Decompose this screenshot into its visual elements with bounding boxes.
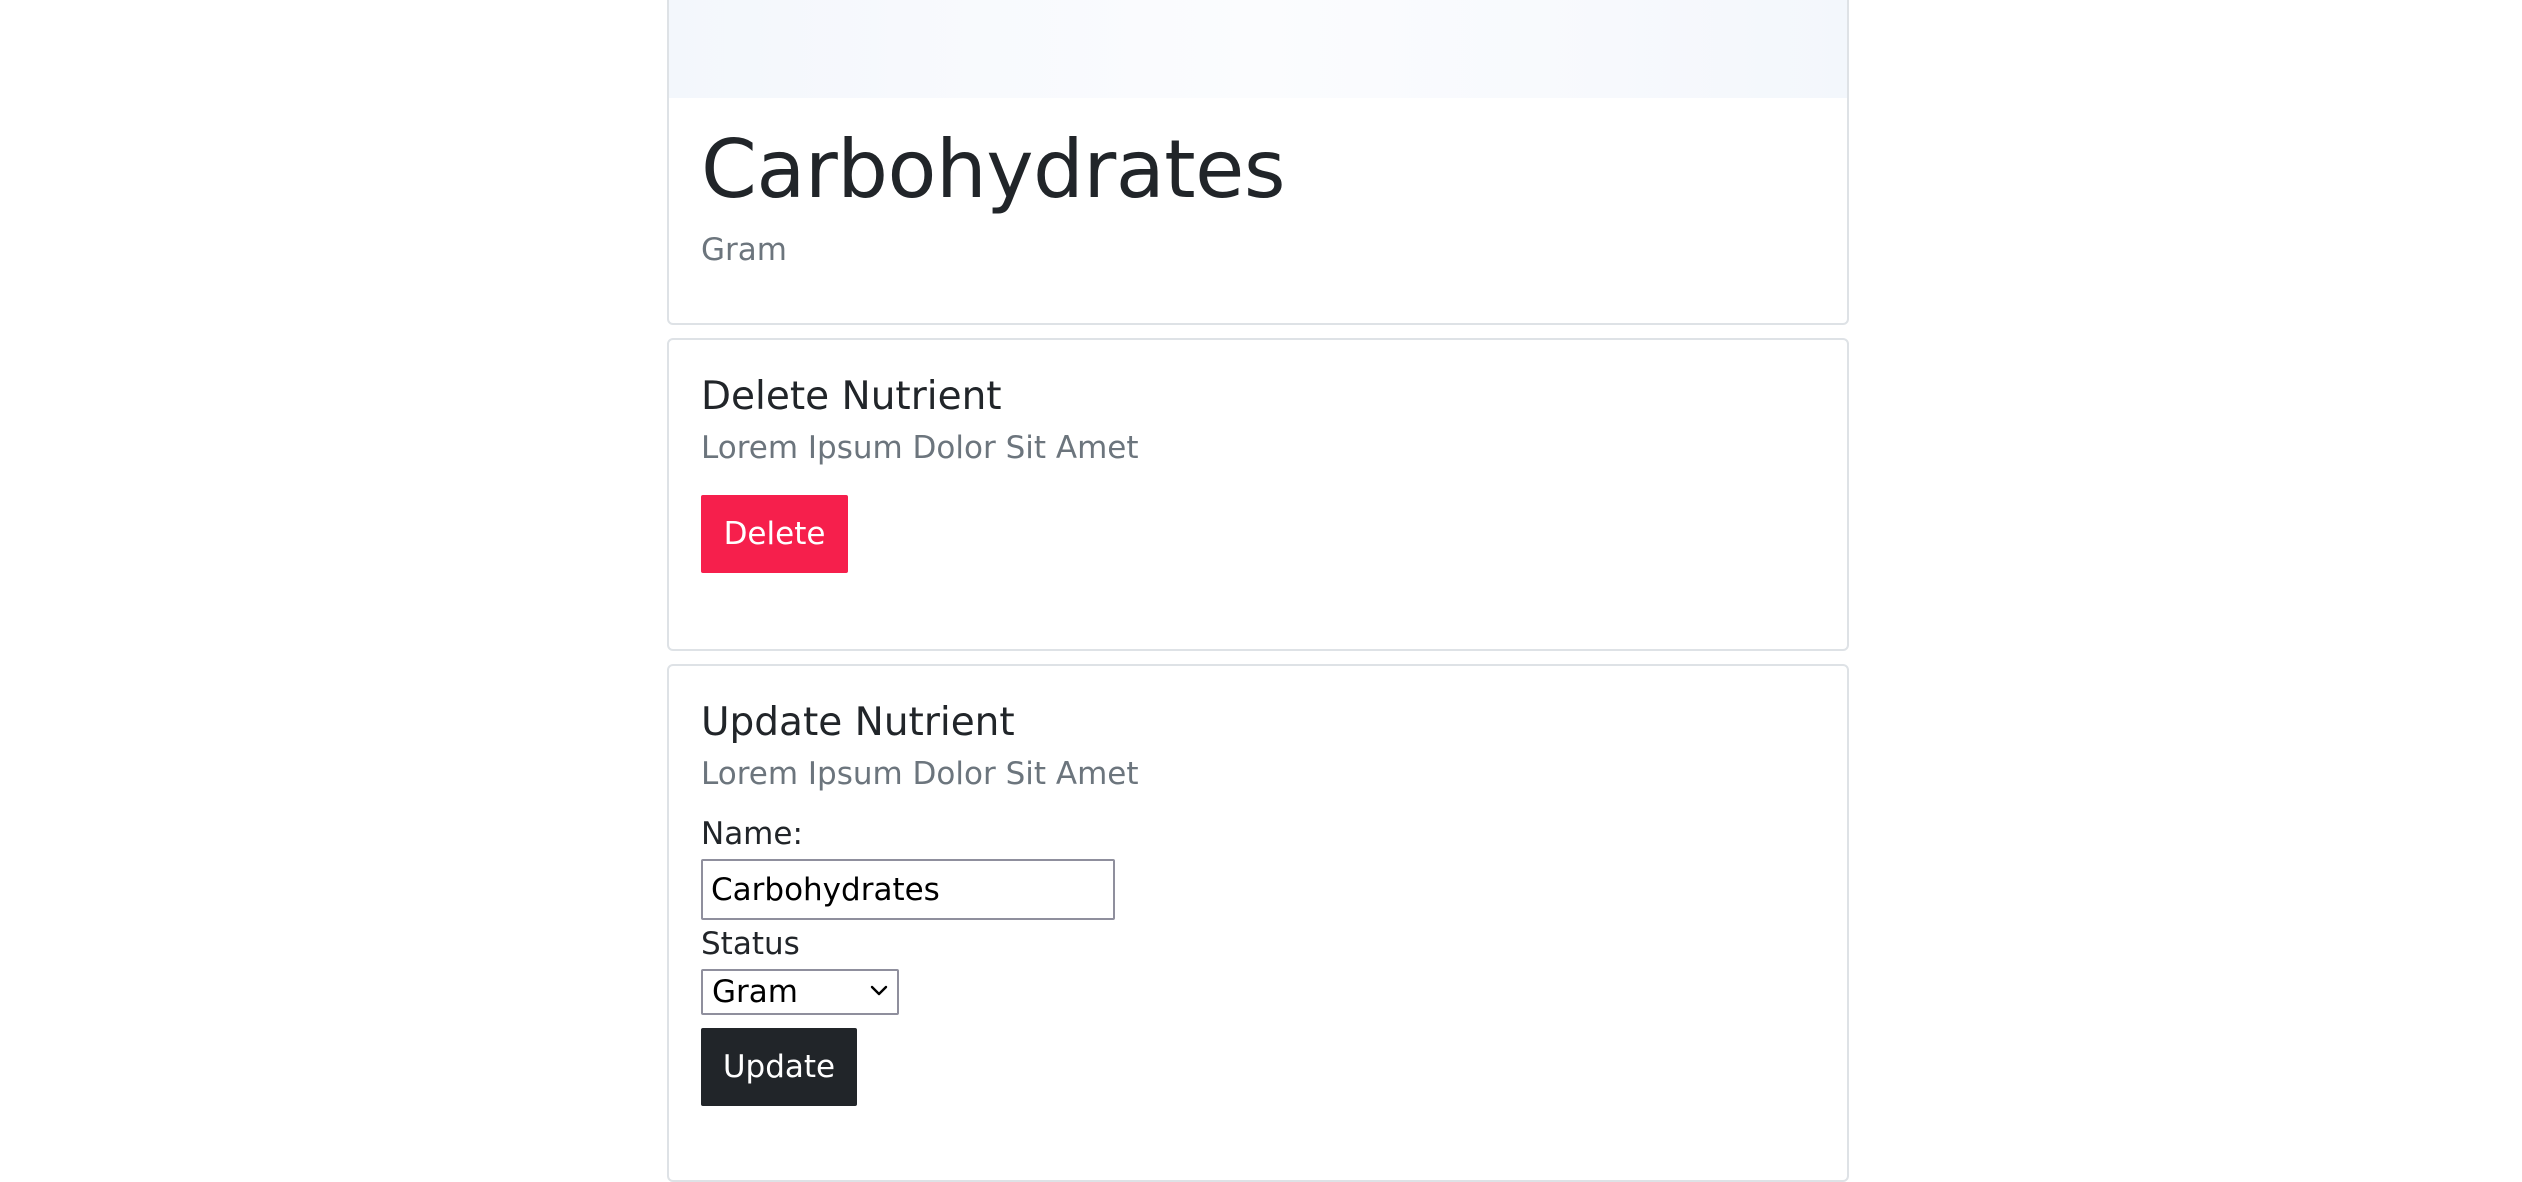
page-title: Carbohydrates: [701, 123, 1286, 216]
delete-section-title: Delete Nutrient: [701, 374, 1002, 419]
status-select[interactable]: Gram: [701, 969, 899, 1015]
delete-section-subtitle: Lorem Ipsum Dolor Sit Amet: [701, 430, 1139, 466]
update-button[interactable]: Update: [701, 1028, 857, 1106]
delete-button[interactable]: Delete: [701, 495, 848, 573]
nutrient-unit: Gram: [701, 232, 787, 268]
update-nutrient-card: Update Nutrient Lorem Ipsum Dolor Sit Am…: [667, 664, 1849, 1182]
status-select-value: Gram: [712, 974, 798, 1010]
name-input[interactable]: [701, 859, 1115, 920]
name-label: Name:: [701, 816, 803, 852]
update-section-title: Update Nutrient: [701, 700, 1015, 745]
nutrient-header-card: Carbohydrates Gram: [667, 0, 1849, 325]
header-image-strip: [669, 0, 1847, 98]
update-section-subtitle: Lorem Ipsum Dolor Sit Amet: [701, 756, 1139, 792]
chevron-down-icon: [870, 985, 888, 996]
delete-nutrient-card: Delete Nutrient Lorem Ipsum Dolor Sit Am…: [667, 338, 1849, 651]
status-label: Status: [701, 926, 800, 962]
